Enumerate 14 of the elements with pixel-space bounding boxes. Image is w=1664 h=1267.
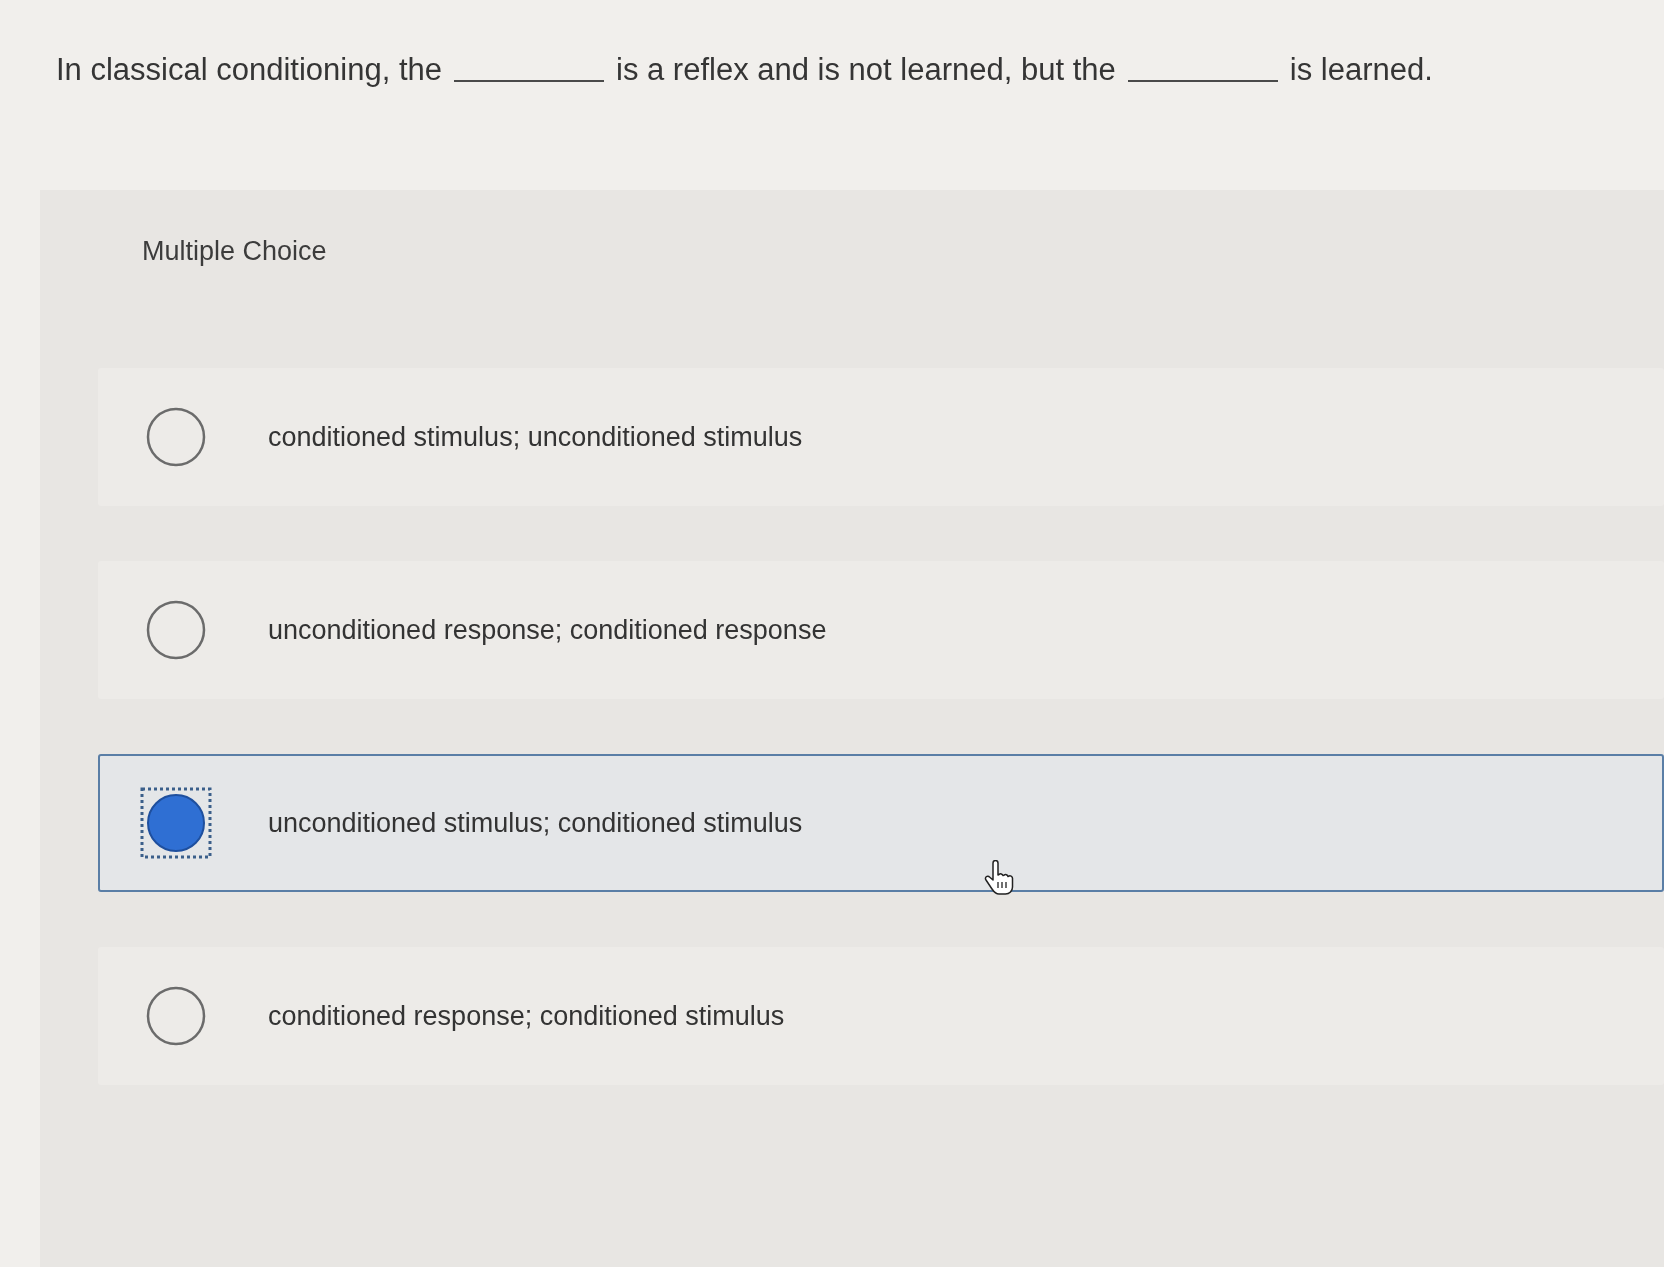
- option-label: unconditioned stimulus; conditioned stimulus: [268, 807, 803, 840]
- hand-pointer-icon: [984, 860, 1014, 896]
- option-label: unconditioned response; conditioned response: [268, 614, 827, 647]
- section-title: Multiple Choice: [142, 235, 327, 268]
- question-text: In classical conditioning, the: [56, 51, 442, 89]
- option-card[interactable]: conditioned stimulus; unconditioned stimulus: [98, 368, 1664, 506]
- option-card[interactable]: unconditioned response; conditioned response: [98, 561, 1664, 699]
- radio-button[interactable]: [140, 787, 212, 859]
- question-text: is learned.: [1289, 51, 1433, 89]
- question-text: is a reflex and is not learned, but the: [616, 51, 1116, 89]
- option-card[interactable]: unconditioned stimulus; conditioned stimulus: [98, 754, 1664, 892]
- option-card[interactable]: conditioned response; conditioned stimulus: [98, 947, 1664, 1085]
- option-label: conditioned stimulus; unconditioned stimulus: [268, 421, 803, 454]
- option-label: conditioned response; conditioned stimulus: [268, 1000, 785, 1033]
